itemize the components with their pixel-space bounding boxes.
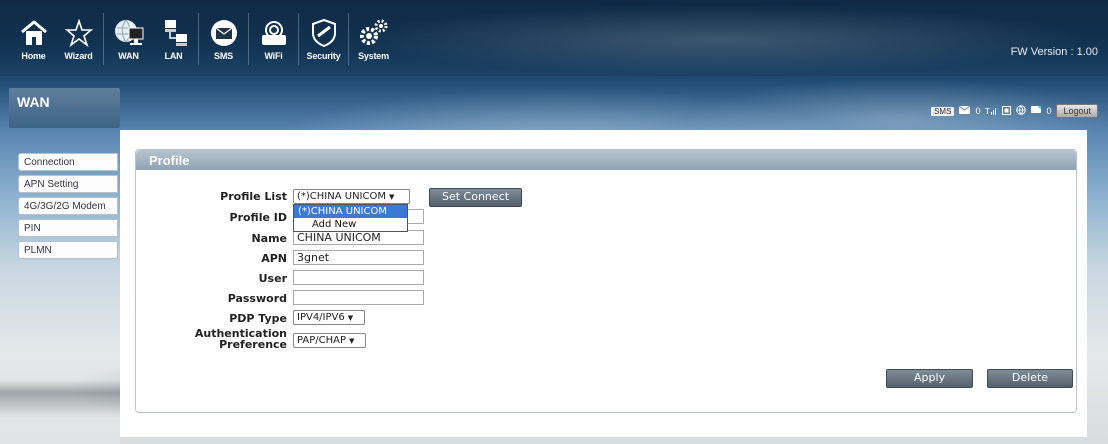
name-label: Name xyxy=(251,232,287,245)
profile-list-select[interactable]: (*)CHINA UNICOM ▼ xyxy=(293,189,410,204)
pdp-type-label: PDP Type xyxy=(229,312,287,325)
main-content: Profile Profile List (*)CHINA UNICOM ▼ Se… xyxy=(120,130,1087,437)
svg-text:T: T xyxy=(985,107,990,115)
nav-wan[interactable]: WAN xyxy=(108,13,149,66)
nav-system[interactable]: System xyxy=(353,13,394,66)
logout-button[interactable]: Logout xyxy=(1056,104,1098,118)
security-icon xyxy=(307,17,341,49)
user-field[interactable] xyxy=(293,270,424,285)
sms-badge: SMS xyxy=(931,106,955,116)
nav-security[interactable]: Security xyxy=(303,13,344,66)
sidebar-item-plmn[interactable]: PLMN xyxy=(18,241,118,259)
sidebar-item-pin[interactable]: PIN xyxy=(18,219,118,237)
main-nav: Home Wizard WAN LAN SMS WiFi Security Sy… xyxy=(13,13,394,66)
message-count: 0 xyxy=(975,106,981,116)
authentication-preference-label: Authentication Preference xyxy=(194,327,287,351)
panel-header: Profile xyxy=(136,150,1076,170)
name-field[interactable]: CHINA UNICOM xyxy=(293,230,424,245)
sms-icon xyxy=(207,17,241,49)
top-navigation-bar: Home Wizard WAN LAN SMS WiFi Security Sy… xyxy=(0,0,1108,76)
dropdown-option-china-unicom[interactable]: (*)CHINA UNICOM xyxy=(294,205,407,218)
profile-id-label: Profile ID xyxy=(229,211,287,224)
wifi-client-icon xyxy=(1031,105,1042,116)
nav-home[interactable]: Home xyxy=(13,13,54,66)
home-icon xyxy=(17,17,51,49)
sidebar-item-connection[interactable]: Connection xyxy=(18,153,118,171)
lan-icon xyxy=(157,17,191,49)
nav-wizard[interactable]: Wizard xyxy=(58,13,99,66)
profile-list-value: (*)CHINA UNICOM xyxy=(297,191,386,202)
apn-field[interactable]: 3gnet xyxy=(293,250,424,265)
set-connect-button[interactable]: Set Connect xyxy=(429,188,522,207)
sidebar-item-apn-setting[interactable]: APN Setting xyxy=(18,175,118,193)
sidebar: Connection APN Setting 4G/3G/2G Modem PI… xyxy=(18,153,118,263)
system-icon xyxy=(357,17,391,49)
password-label: Password xyxy=(227,292,287,305)
signal-icon: T xyxy=(984,106,997,117)
sim-icon xyxy=(1002,105,1012,117)
globe-icon xyxy=(1016,105,1027,117)
panel-title: Profile xyxy=(149,153,190,168)
nav-sms[interactable]: SMS xyxy=(203,13,244,66)
nav-wifi[interactable]: WiFi xyxy=(253,13,294,66)
sidebar-item-modem[interactable]: 4G/3G/2G Modem xyxy=(18,197,118,215)
authentication-value: PAP/CHAP xyxy=(297,335,347,346)
user-label: User xyxy=(258,272,287,285)
apply-button[interactable]: Apply xyxy=(886,369,973,388)
chevron-down-icon: ▼ xyxy=(388,193,395,201)
delete-button[interactable]: Delete xyxy=(987,369,1073,388)
dropdown-option-add-new[interactable]: Add New xyxy=(294,218,407,231)
chevron-down-icon: ▼ xyxy=(349,337,355,345)
message-icon[interactable] xyxy=(959,105,971,116)
authentication-select[interactable]: PAP/CHAP ▼ xyxy=(293,333,366,348)
section-title-box: WAN xyxy=(9,88,120,128)
apn-label: APN xyxy=(261,252,287,265)
wifi-client-count: 0 xyxy=(1046,106,1052,116)
password-field[interactable] xyxy=(293,290,424,305)
chevron-down-icon: ▼ xyxy=(347,314,354,322)
profile-list-label: Profile List xyxy=(220,190,287,203)
status-bar: SMS 0 T 0 Logout xyxy=(931,104,1098,118)
page-title: WAN xyxy=(17,94,50,110)
wizard-icon xyxy=(62,17,96,49)
pdp-type-value: IPV4/IPV6 xyxy=(297,312,345,323)
wifi-icon xyxy=(257,17,291,49)
firmware-version: FW Version : 1.00 xyxy=(1010,46,1098,58)
pdp-type-select[interactable]: IPV4/IPV6 ▼ xyxy=(293,310,365,325)
profile-list-dropdown: (*)CHINA UNICOM Add New xyxy=(293,204,408,232)
profile-panel: Profile Profile List (*)CHINA UNICOM ▼ Se… xyxy=(135,149,1077,413)
nav-lan[interactable]: LAN xyxy=(153,13,194,66)
wan-icon xyxy=(112,17,146,49)
